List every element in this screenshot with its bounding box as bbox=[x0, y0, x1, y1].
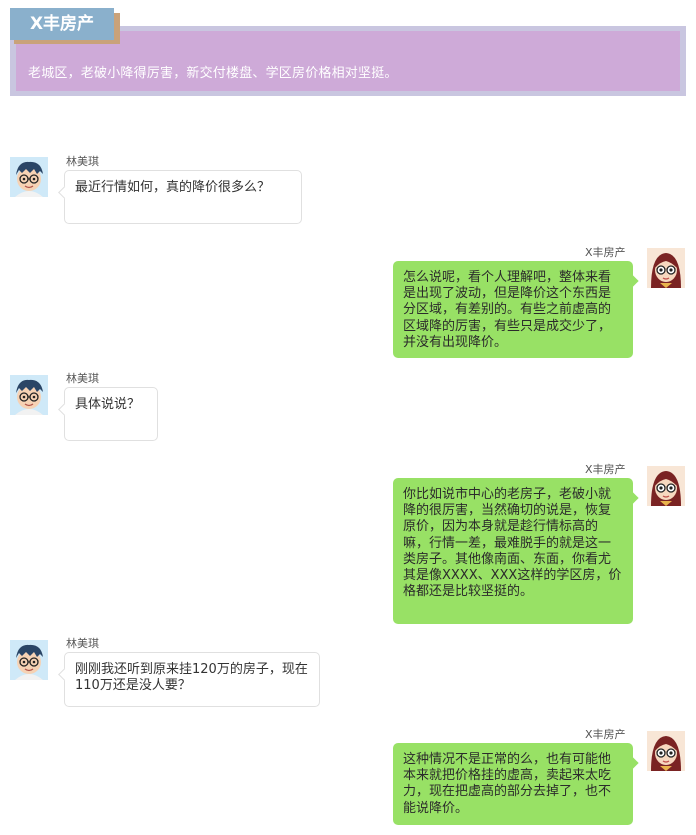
message-bubble: 最近行情如何，真的降价很多么？ bbox=[58, 170, 302, 224]
message-bubble: 刚刚我还听到原来挂120万的房子，现在110万还是没人要？ bbox=[58, 652, 320, 707]
message-text: 刚刚我还听到原来挂120万的房子，现在110万还是没人要？ bbox=[75, 662, 308, 694]
girl-avatar-icon bbox=[647, 466, 685, 506]
boy-avatar-icon bbox=[10, 375, 48, 415]
sender-name: 林美琪 bbox=[66, 155, 99, 168]
message-text: 你比如说市中心的老房子，老破小就降的很厉害，当然确切的说是，恢复原价，因为本身就… bbox=[403, 487, 622, 600]
message-bubble: 这种情况不是正常的么，也有可能他本来就把价格挂的虚高，卖起来太吃力，现在把虚高的… bbox=[393, 743, 639, 825]
sender-name: 林美琪 bbox=[66, 372, 99, 385]
message-text: 最近行情如何，真的降价很多么？ bbox=[75, 180, 271, 195]
message-text: 怎么说呢，看个人理解吧，整体来看是出现了波动，但是降价这个东西是分区域，有差别的… bbox=[403, 270, 612, 350]
boy-avatar-icon bbox=[10, 157, 48, 197]
sender-name: X丰房产 bbox=[585, 246, 626, 259]
page-title: X丰房产 bbox=[29, 14, 95, 34]
sender-name: X丰房产 bbox=[585, 728, 626, 741]
boy-avatar-icon bbox=[10, 640, 48, 680]
girl-avatar-icon bbox=[647, 731, 685, 771]
message-text: 具体说说？ bbox=[75, 397, 141, 412]
message-bubble: 具体说说？ bbox=[58, 387, 158, 441]
message-bubble: 你比如说市中心的老房子，老破小就降的很厉害，当然确切的说是，恢复原价，因为本身就… bbox=[393, 478, 639, 624]
sender-name: 林美琪 bbox=[66, 637, 99, 650]
message-bubble: 怎么说呢，看个人理解吧，整体来看是出现了波动，但是降价这个东西是分区域，有差别的… bbox=[393, 261, 639, 358]
banner-subtitle: 老城区，老破小降得厉害，新交付楼盘、学区房价格相对坚挺。 bbox=[28, 66, 398, 81]
girl-avatar-icon bbox=[647, 248, 685, 288]
sender-name: X丰房产 bbox=[585, 463, 626, 476]
title-tag: X丰房产 bbox=[10, 8, 114, 40]
message-text: 这种情况不是正常的么，也有可能他本来就把价格挂的虚高，卖起来太吃力，现在把虚高的… bbox=[403, 752, 612, 816]
